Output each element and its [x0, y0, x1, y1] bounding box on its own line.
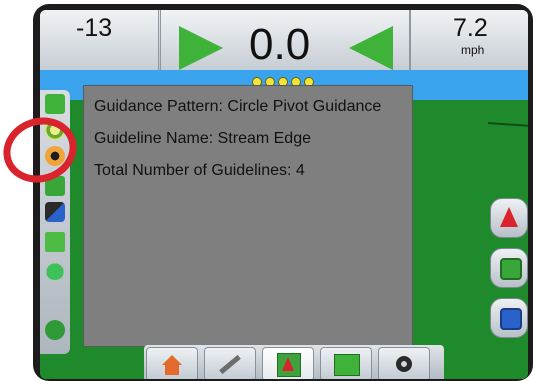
cross-track-error-value: -13	[76, 14, 113, 42]
led-lightbar	[252, 74, 322, 105]
speed-value: 7.2	[453, 14, 488, 42]
magnet-icon[interactable]	[45, 202, 65, 222]
perspective-button[interactable]	[490, 198, 528, 238]
status-bar: -13 0.0 7.2 mph	[40, 10, 528, 70]
green-flag-button[interactable]	[490, 248, 528, 288]
tools-icon	[219, 354, 241, 375]
tab-home[interactable]	[146, 347, 198, 379]
green-flag-icon	[500, 258, 522, 280]
tab-tools[interactable]	[204, 347, 256, 379]
steer-right-arrow-icon	[179, 26, 223, 70]
guideline-count-label: Total Number of Guidelines: 4	[94, 162, 305, 179]
field-map-icon	[334, 354, 360, 376]
guideline-name-label: Guideline Name: Stream Edge	[94, 130, 311, 147]
home-icon	[162, 355, 182, 365]
tab-guidance[interactable]	[262, 347, 314, 379]
display-bezel: -13 0.0 7.2 mph Guidance Pattern: Circle…	[33, 4, 533, 381]
speed-readout: 7.2 mph	[410, 10, 528, 70]
guideline-info-panel: Guidance Pattern: Circle Pivot Guidance …	[83, 85, 413, 347]
link-icon[interactable]	[45, 320, 65, 340]
steering-guide: 0.0	[160, 10, 410, 70]
guidance-pattern-label: Guidance Pattern: Circle Pivot Guidance	[94, 98, 382, 115]
camera-icon	[396, 356, 412, 372]
guidance-screen: -13 0.0 7.2 mph Guidance Pattern: Circle…	[40, 10, 528, 379]
steer-left-arrow-icon	[349, 26, 393, 70]
tab-camera[interactable]	[378, 347, 430, 379]
droplet-icon[interactable]	[45, 260, 65, 280]
cross-track-error-readout: -13	[40, 10, 159, 70]
boom-icon[interactable]	[45, 232, 65, 252]
heading-error-value: 0.0	[249, 20, 311, 69]
vehicle-icon[interactable]	[45, 94, 65, 114]
tab-field-map[interactable]	[320, 347, 372, 379]
guidance-arrow-icon	[282, 357, 294, 371]
blue-flag-icon	[500, 308, 522, 330]
bottom-tab-bar	[144, 345, 444, 379]
blue-flag-button[interactable]	[490, 298, 528, 338]
home-base-icon	[165, 365, 179, 375]
perspective-icon	[500, 207, 518, 227]
speed-unit: mph	[461, 43, 485, 57]
